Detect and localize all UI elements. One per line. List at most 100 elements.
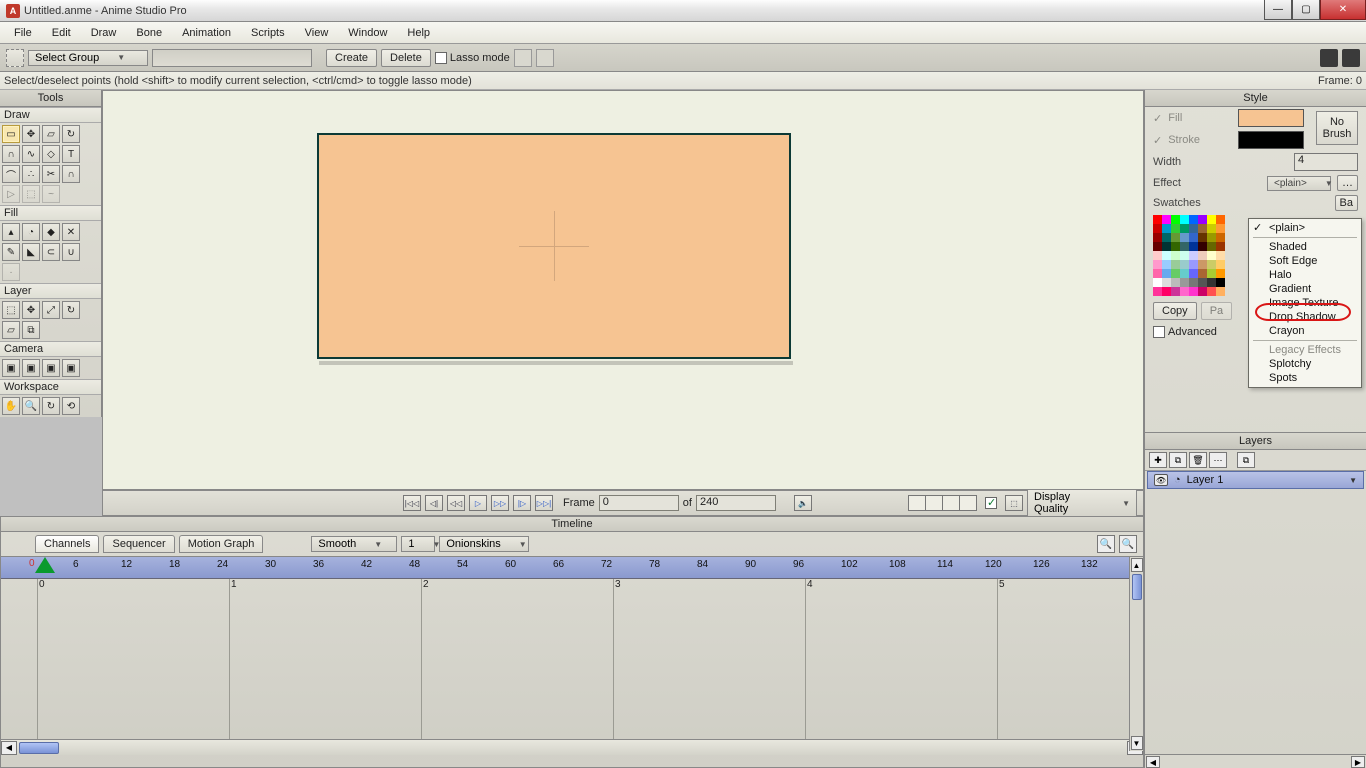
menu-scripts[interactable]: Scripts <box>241 25 295 41</box>
swatch[interactable] <box>1162 278 1171 287</box>
step-back-button[interactable]: ◁| <box>425 495 443 511</box>
swatch[interactable] <box>1189 224 1198 233</box>
playhead-icon[interactable] <box>35 557 55 573</box>
tool-cam-pantilt[interactable]: ▣ <box>62 359 80 377</box>
character-icon[interactable] <box>1320 49 1338 67</box>
effect-item-gradient[interactable]: Gradient <box>1249 282 1361 296</box>
swatch[interactable] <box>1198 233 1207 242</box>
menu-help[interactable]: Help <box>397 25 440 41</box>
swatch[interactable] <box>1180 233 1189 242</box>
effect-item-shaded[interactable]: Shaded <box>1249 240 1361 254</box>
minimize-button[interactable]: — <box>1264 0 1292 20</box>
marquee-icon[interactable] <box>6 49 24 67</box>
fwd-button[interactable]: ▷▷ <box>491 495 509 511</box>
layer-row[interactable]: 👁 ◔ Layer 1 ▼ <box>1147 471 1364 489</box>
stage-rectangle[interactable] <box>317 133 791 359</box>
timeline-hscroll[interactable]: ◀ ▶ <box>1 739 1143 755</box>
opt-icon-2[interactable] <box>536 49 554 67</box>
tool-cam-zoom[interactable]: ▣ <box>22 359 40 377</box>
swatch[interactable] <box>1162 269 1171 278</box>
tool-freehand[interactable]: ∿ <box>22 145 40 163</box>
swatch[interactable] <box>1189 278 1198 287</box>
tool-createshape[interactable]: ◔ <box>22 223 40 241</box>
group-name-input[interactable] <box>152 49 312 67</box>
interp-dropdown[interactable]: Smooth <box>311 536 397 552</box>
swatch[interactable] <box>1171 233 1180 242</box>
scroll-left-icon[interactable]: ◀ <box>1 741 17 755</box>
swatch[interactable] <box>1153 260 1162 269</box>
swatch[interactable] <box>1180 224 1189 233</box>
swatch[interactable] <box>1180 287 1189 296</box>
tool-pan[interactable]: ✋ <box>2 397 20 415</box>
swatch[interactable] <box>1171 215 1180 224</box>
tool-linewidth[interactable]: ◣ <box>22 243 40 261</box>
tool-layer-rotate[interactable]: ↻ <box>62 301 80 319</box>
tool-paintbucket[interactable]: ◆ <box>42 223 60 241</box>
tool-deleteshape[interactable]: ✕ <box>62 223 80 241</box>
swatch[interactable] <box>1207 260 1216 269</box>
swatch[interactable] <box>1198 215 1207 224</box>
tab-channels[interactable]: Channels <box>35 535 99 553</box>
swatch[interactable] <box>1162 260 1171 269</box>
swatch[interactable] <box>1153 278 1162 287</box>
display-quality-dropdown[interactable]: Display Quality <box>1027 489 1137 517</box>
effect-item-halo[interactable]: Halo <box>1249 268 1361 282</box>
timeline-ruler[interactable]: 0 61218243036424854606672788490961021081… <box>1 557 1143 579</box>
frame-input[interactable]: 0 <box>599 495 679 511</box>
timeline-vscroll[interactable]: ▲ ▼ <box>1129 557 1143 751</box>
tool-layer-shear[interactable]: ▱ <box>2 321 20 339</box>
swatch[interactable] <box>1162 251 1171 260</box>
tool-scatter[interactable]: ∴ <box>22 165 40 183</box>
swatch[interactable] <box>1216 215 1225 224</box>
tool-reset[interactable]: ⟲ <box>62 397 80 415</box>
swatch[interactable] <box>1207 251 1216 260</box>
tab-sequencer[interactable]: Sequencer <box>103 535 174 553</box>
swatch[interactable] <box>1180 278 1189 287</box>
swatch[interactable] <box>1153 242 1162 251</box>
swatch[interactable] <box>1189 251 1198 260</box>
swatch[interactable] <box>1153 224 1162 233</box>
track-area[interactable]: 012345 <box>1 579 1143 739</box>
menu-animation[interactable]: Animation <box>172 25 241 41</box>
del-layer-button[interactable]: 🗑 <box>1189 452 1207 468</box>
swatch[interactable] <box>1180 251 1189 260</box>
step-fwd-button[interactable]: |▷ <box>513 495 531 511</box>
effect-item-splotchy[interactable]: Splotchy <box>1249 357 1361 371</box>
swatch[interactable] <box>1171 269 1180 278</box>
menu-window[interactable]: Window <box>338 25 397 41</box>
swatch[interactable] <box>1207 278 1216 287</box>
mute-button[interactable]: 🔈 <box>794 495 812 511</box>
swatch[interactable] <box>1153 215 1162 224</box>
scroll-thumb-v[interactable] <box>1132 574 1142 600</box>
crop-tool-icon[interactable]: ⬚ <box>1005 495 1023 511</box>
rewind-button[interactable]: ◁◁ <box>447 495 465 511</box>
swatch-grid[interactable] <box>1153 215 1231 296</box>
tool-layer-flip[interactable]: ⧉ <box>22 321 40 339</box>
tool-curveprof[interactable]: ∪ <box>62 243 80 261</box>
swatch[interactable] <box>1216 278 1225 287</box>
swatch[interactable] <box>1171 278 1180 287</box>
canvas[interactable] <box>102 90 1144 490</box>
swatch[interactable] <box>1216 251 1225 260</box>
tool-scale[interactable]: ▱ <box>42 125 60 143</box>
layers-hscroll[interactable]: ◀ ▶ <box>1145 754 1366 768</box>
swatch[interactable] <box>1171 287 1180 296</box>
select-group-dropdown[interactable]: Select Group <box>28 50 148 66</box>
effect-item-crayon[interactable]: Crayon <box>1249 324 1361 338</box>
swatch[interactable] <box>1153 251 1162 260</box>
swatch[interactable] <box>1198 224 1207 233</box>
viewport-layout[interactable] <box>909 495 977 511</box>
effect-dropdown[interactable]: <plain> <box>1267 176 1331 191</box>
stroke-color-swatch[interactable] <box>1238 131 1304 149</box>
tool-cam-track[interactable]: ▣ <box>2 359 20 377</box>
swatch[interactable] <box>1171 251 1180 260</box>
advanced-checkbox[interactable]: Advanced <box>1153 326 1217 338</box>
tool-knife[interactable]: ✂ <box>42 165 60 183</box>
swatch[interactable] <box>1189 269 1198 278</box>
frame-total-input[interactable]: 240 <box>696 495 776 511</box>
effect-item-spots[interactable]: Spots <box>1249 371 1361 385</box>
swatch[interactable] <box>1216 269 1225 278</box>
swatch[interactable] <box>1198 260 1207 269</box>
opt-icon-1[interactable] <box>514 49 532 67</box>
tool-layer-trans[interactable]: ⬚ <box>2 301 20 319</box>
